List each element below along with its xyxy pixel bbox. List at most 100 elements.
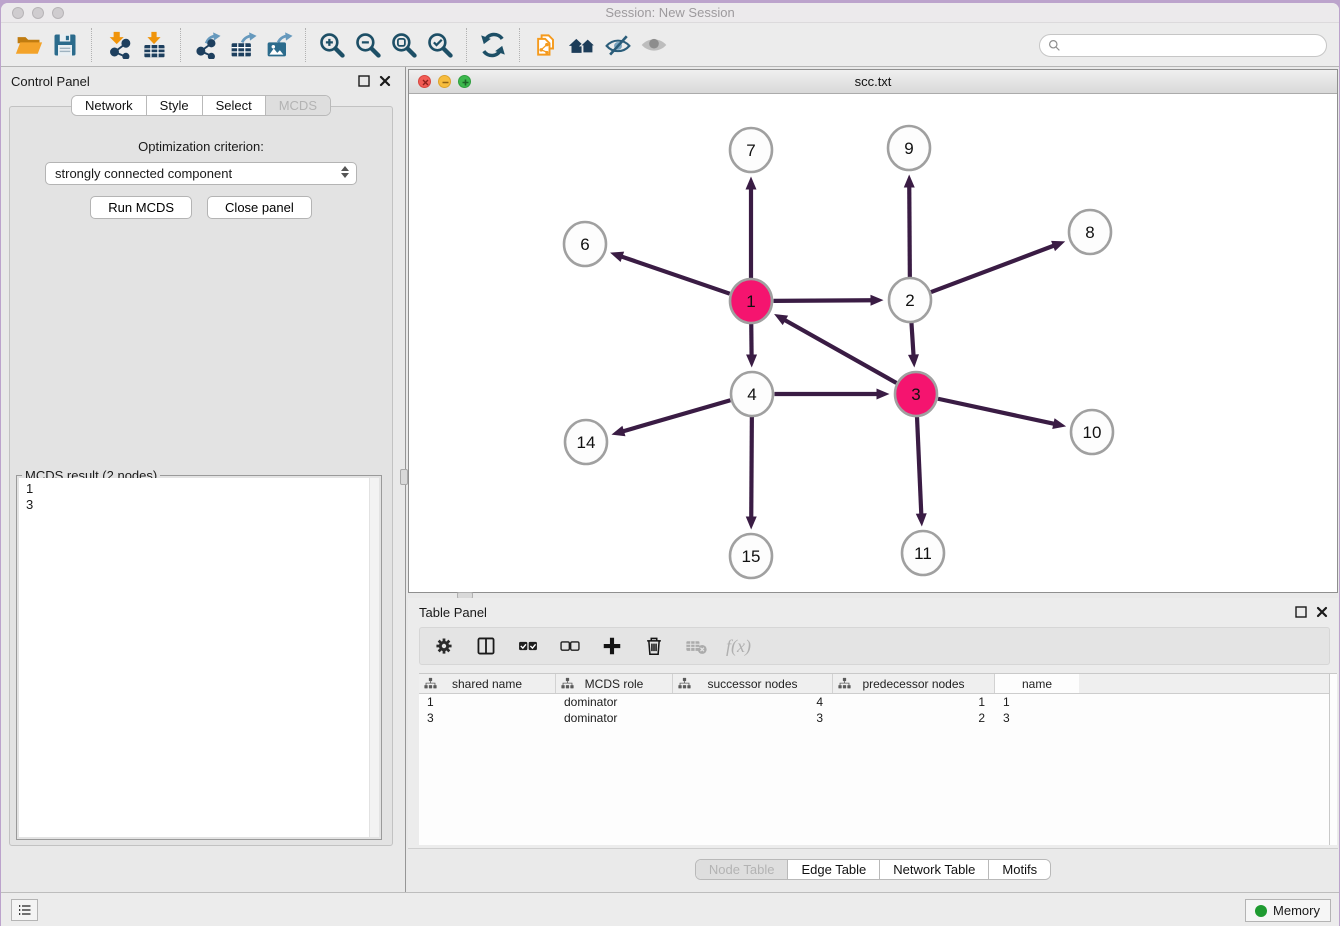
table-tabs-strip: Node TableEdge TableNetwork TableMotifs bbox=[408, 848, 1338, 892]
table-cell: dominator bbox=[556, 710, 673, 726]
tab-style[interactable]: Style bbox=[146, 96, 202, 115]
node-label: 6 bbox=[580, 235, 589, 254]
network-window-title: scc.txt bbox=[409, 74, 1337, 89]
attribute-icon bbox=[678, 677, 691, 690]
table-row[interactable]: 1dominator411 bbox=[419, 694, 1337, 710]
graph-node-2[interactable]: 2 bbox=[889, 278, 931, 322]
zoom-fit-button[interactable] bbox=[386, 28, 422, 62]
table-panel-float-button[interactable] bbox=[1295, 606, 1307, 618]
export-image-button[interactable] bbox=[261, 28, 297, 62]
graph-node-7[interactable]: 7 bbox=[730, 128, 772, 172]
delete-column-button[interactable] bbox=[642, 634, 666, 658]
deselect-all-rows-button[interactable] bbox=[558, 634, 582, 658]
graph-node-6[interactable]: 6 bbox=[564, 222, 606, 266]
column-header-name[interactable]: name bbox=[995, 674, 1079, 693]
network-canvas[interactable]: 1 2 3 4 6 7 8 9 10 11 14 15 bbox=[409, 94, 1337, 592]
gear-icon bbox=[433, 635, 455, 657]
select-all-rows-button[interactable] bbox=[516, 634, 540, 658]
table-cell: 1 bbox=[419, 694, 556, 710]
edge-arrowhead bbox=[1052, 418, 1066, 429]
edge-arrowhead bbox=[1051, 241, 1065, 251]
edge-2-9[interactable] bbox=[909, 185, 910, 277]
graph-node-9[interactable]: 9 bbox=[888, 126, 930, 170]
save-session-button[interactable] bbox=[47, 28, 83, 62]
show-all-icon bbox=[640, 31, 668, 59]
edge-3-11[interactable] bbox=[917, 416, 921, 515]
table-panel-close-button[interactable] bbox=[1316, 606, 1328, 618]
network-graph[interactable]: 1 2 3 4 6 7 8 9 10 11 14 15 bbox=[409, 94, 1337, 592]
graph-node-3[interactable]: 3 bbox=[895, 372, 937, 416]
mcds-result-scrollbar[interactable] bbox=[369, 478, 379, 837]
graph-node-4[interactable]: 4 bbox=[731, 372, 773, 416]
delete-table-button[interactable] bbox=[684, 634, 708, 658]
graph-node-8[interactable]: 8 bbox=[1069, 210, 1111, 254]
new-network-from-selection-button[interactable] bbox=[528, 28, 564, 62]
edge-4-15[interactable] bbox=[751, 416, 752, 518]
table-scrollbar[interactable] bbox=[1329, 674, 1337, 845]
tab-select[interactable]: Select bbox=[202, 96, 265, 115]
close-panel-button[interactable]: Close panel bbox=[207, 196, 312, 219]
table-toolbar: f(x) bbox=[419, 627, 1330, 665]
zoom-out-button[interactable] bbox=[350, 28, 386, 62]
table-tab-motifs[interactable]: Motifs bbox=[988, 860, 1050, 879]
run-mcds-button[interactable]: Run MCDS bbox=[90, 196, 192, 219]
graph-node-15[interactable]: 15 bbox=[730, 534, 772, 578]
search-field[interactable] bbox=[1039, 34, 1327, 57]
import-table-button[interactable] bbox=[136, 28, 172, 62]
gear-button[interactable] bbox=[432, 634, 456, 658]
new-network-from-selection-icon bbox=[532, 31, 560, 59]
memory-button[interactable]: Memory bbox=[1245, 899, 1331, 922]
edge-arrowhead bbox=[908, 354, 919, 367]
table-row[interactable]: 3dominator323 bbox=[419, 710, 1337, 726]
edge-2-3[interactable] bbox=[911, 322, 913, 356]
zoom-in-button[interactable] bbox=[314, 28, 350, 62]
control-panel-float-button[interactable] bbox=[358, 75, 370, 87]
split-columns-button[interactable] bbox=[474, 634, 498, 658]
import-network-button[interactable] bbox=[100, 28, 136, 62]
zoom-out-icon bbox=[354, 31, 382, 59]
graph-node-1[interactable]: 1 bbox=[730, 279, 772, 323]
node-label: 2 bbox=[905, 291, 914, 310]
column-header-successor-nodes[interactable]: successor nodes bbox=[673, 674, 833, 693]
tab-mcds[interactable]: MCDS bbox=[265, 96, 330, 115]
hide-selected-button[interactable] bbox=[600, 28, 636, 62]
open-session-button[interactable] bbox=[11, 28, 47, 62]
search-input[interactable] bbox=[1065, 39, 1326, 53]
graph-node-10[interactable]: 10 bbox=[1071, 410, 1113, 454]
table-tab-node-table[interactable]: Node Table bbox=[696, 860, 788, 879]
column-header-mcds-role[interactable]: MCDS role bbox=[556, 674, 673, 693]
edge-4-14[interactable] bbox=[622, 400, 730, 431]
show-all-button[interactable] bbox=[636, 28, 672, 62]
graph-node-14[interactable]: 14 bbox=[565, 420, 607, 464]
network-view-window: scc.txt 1 2 3 4 6 7 8 9 10 11 14 15 bbox=[408, 69, 1338, 593]
open-session-icon bbox=[15, 31, 43, 59]
add-column-button[interactable] bbox=[600, 634, 624, 658]
edge-1-2[interactable] bbox=[773, 300, 872, 301]
edge-3-1[interactable] bbox=[784, 319, 897, 383]
criterion-dropdown[interactable]: strongly connected component bbox=[45, 162, 357, 185]
refresh-button[interactable] bbox=[475, 28, 511, 62]
tab-network[interactable]: Network bbox=[72, 96, 146, 115]
edge-2-8[interactable] bbox=[931, 245, 1055, 292]
task-history-button[interactable] bbox=[11, 899, 38, 921]
home-button[interactable] bbox=[564, 28, 600, 62]
edge-arrowhead bbox=[746, 177, 757, 190]
edge-1-6[interactable] bbox=[620, 256, 729, 294]
control-panel-close-button[interactable] bbox=[379, 75, 391, 87]
node-label: 11 bbox=[914, 544, 932, 563]
table-tab-edge-table[interactable]: Edge Table bbox=[787, 860, 879, 879]
function-builder-button[interactable]: f(x) bbox=[726, 636, 751, 657]
table-tab-network-table[interactable]: Network Table bbox=[879, 860, 988, 879]
zoom-selected-button[interactable] bbox=[422, 28, 458, 62]
control-panel-title: Control Panel bbox=[11, 74, 90, 89]
export-table-button[interactable] bbox=[225, 28, 261, 62]
edge-arrowhead bbox=[877, 389, 890, 400]
column-header-predecessor-nodes[interactable]: predecessor nodes bbox=[833, 674, 995, 693]
panel-splitter-grip[interactable] bbox=[400, 469, 408, 485]
mcds-result-text[interactable]: 1 3 bbox=[19, 478, 379, 837]
export-network-button[interactable] bbox=[189, 28, 225, 62]
graph-node-11[interactable]: 11 bbox=[902, 531, 944, 575]
edge-arrowhead bbox=[746, 354, 757, 367]
edge-3-10[interactable] bbox=[938, 399, 1055, 424]
column-header-shared-name[interactable]: shared name bbox=[419, 674, 556, 693]
